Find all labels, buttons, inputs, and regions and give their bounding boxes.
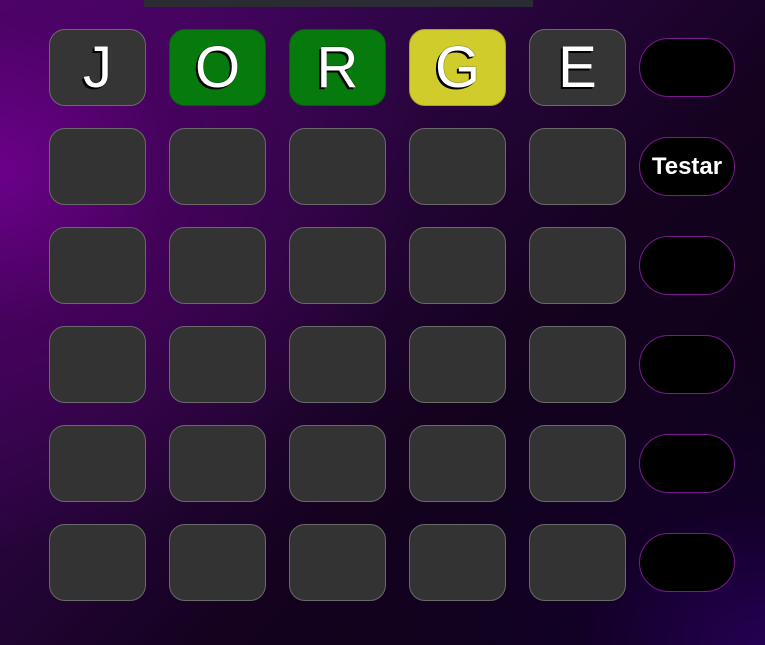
letter-tile[interactable] xyxy=(529,128,626,205)
row-button xyxy=(639,335,735,394)
letter-tile[interactable] xyxy=(289,128,386,205)
letter-tile xyxy=(289,425,386,502)
letter-tile xyxy=(289,326,386,403)
letter-tile xyxy=(49,425,146,502)
letter-tile xyxy=(169,326,266,403)
letter-tile xyxy=(49,326,146,403)
letter-tile[interactable] xyxy=(49,128,146,205)
letter-tile xyxy=(529,425,626,502)
letter-tile xyxy=(409,425,506,502)
top-bar xyxy=(144,0,533,7)
letter-tile xyxy=(169,227,266,304)
letter-tile xyxy=(529,326,626,403)
letter-tile: R xyxy=(289,29,386,106)
letter-tile xyxy=(409,227,506,304)
row-button xyxy=(639,236,735,295)
testar-button[interactable]: Testar xyxy=(639,137,735,196)
row-button xyxy=(639,38,735,97)
letter-tile: E xyxy=(529,29,626,106)
letter-tile xyxy=(289,227,386,304)
letter-tile xyxy=(49,524,146,601)
letter-tile xyxy=(529,524,626,601)
letter-tile[interactable] xyxy=(409,128,506,205)
letter-tile: G xyxy=(409,29,506,106)
letter-tile xyxy=(409,524,506,601)
letter-tile xyxy=(529,227,626,304)
letter-tile[interactable] xyxy=(169,128,266,205)
letter-tile xyxy=(289,524,386,601)
letter-tile xyxy=(49,227,146,304)
letter-tile: J xyxy=(49,29,146,106)
letter-tile xyxy=(169,524,266,601)
row-button xyxy=(639,434,735,493)
row-button xyxy=(639,533,735,592)
letter-tile: O xyxy=(169,29,266,106)
letter-tile xyxy=(409,326,506,403)
letter-tile xyxy=(169,425,266,502)
